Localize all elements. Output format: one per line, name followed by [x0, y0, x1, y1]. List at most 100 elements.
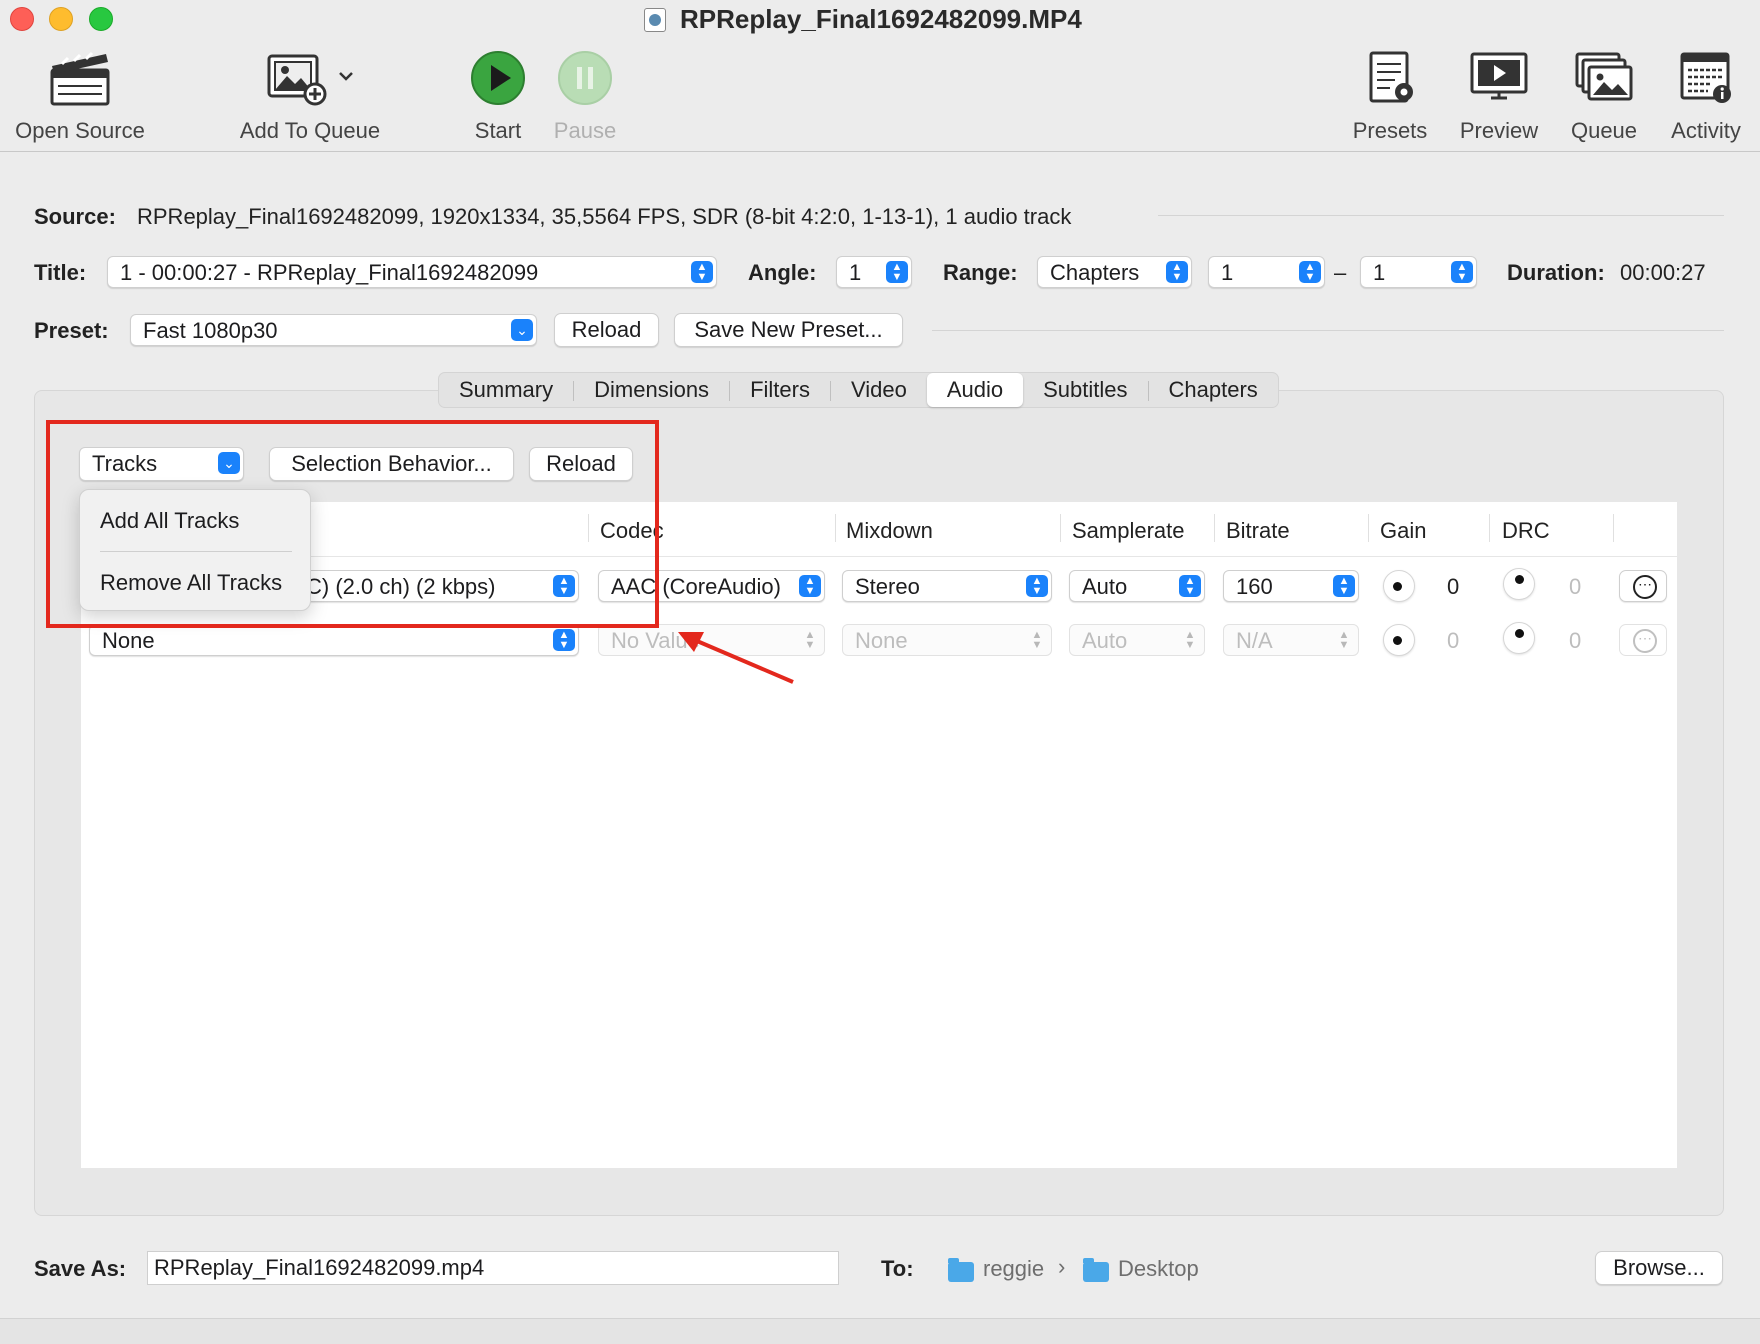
preset-popup[interactable]: Fast 1080p30 ⌄ [130, 314, 537, 346]
save-as-field[interactable]: RPReplay_Final1692482099.mp4 [147, 1251, 839, 1285]
drc-knob[interactable] [1503, 568, 1535, 600]
updown-arrows-icon: ▲ ▼ [799, 575, 821, 597]
updown-arrows-icon: ▲ ▼ [804, 629, 816, 651]
range-start-value: 1 [1221, 260, 1234, 285]
save-new-preset-button[interactable]: Save New Preset... [674, 313, 903, 347]
samplerate-value: Auto [1082, 574, 1128, 599]
save-as-label: Save As: [34, 1256, 127, 1281]
path-folder[interactable]: Desktop [1118, 1256, 1199, 1282]
play-icon [471, 51, 525, 105]
duration-value: 00:00:27 [1620, 260, 1706, 285]
minimize-window-button[interactable] [49, 7, 73, 31]
queue-label: Queue [1570, 118, 1638, 143]
updown-arrows-icon: ▲ ▼ [691, 261, 713, 283]
preset-reload-button[interactable]: Reload [554, 313, 659, 347]
column-header-bitrate[interactable]: Bitrate [1226, 518, 1290, 544]
duration-label: Duration: [1507, 260, 1605, 285]
pause-label: Pause [553, 118, 617, 143]
samplerate-popup[interactable]: Auto ▲ ▼ [1069, 624, 1205, 656]
document-icon [644, 8, 666, 32]
activity-log-icon [1680, 52, 1731, 103]
annotation-highlight-box [46, 420, 659, 628]
tab-subtitles[interactable]: Subtitles [1023, 373, 1147, 407]
bitrate-popup[interactable]: 160 ▲ ▼ [1223, 570, 1359, 602]
tab-summary[interactable]: Summary [439, 373, 573, 407]
tab-video[interactable]: Video [831, 373, 927, 407]
tab-chapters[interactable]: Chapters [1149, 373, 1278, 407]
browse-button[interactable]: Browse... [1595, 1251, 1723, 1285]
mixdown-value: None [855, 628, 908, 653]
mixdown-value: Stereo [855, 574, 920, 599]
bitrate-value: 160 [1236, 574, 1273, 599]
updown-arrows-icon: ▲ ▼ [1031, 629, 1043, 651]
to-label: To: [881, 1256, 914, 1281]
annotation-arrow-icon [678, 632, 794, 684]
add-to-queue-label: Add To Queue [239, 118, 381, 143]
updown-arrows-icon: ▲ ▼ [1166, 261, 1188, 283]
source-label: Source: [34, 204, 116, 229]
updown-arrows-icon: ▲ ▼ [1179, 575, 1201, 597]
zoom-window-button[interactable] [89, 7, 113, 31]
title-value: 1 - 00:00:27 - RPReplay_Final1692482099 [120, 260, 539, 285]
samplerate-popup[interactable]: Auto ▲ ▼ [1069, 570, 1205, 602]
updown-arrows-icon: ▲ ▼ [886, 261, 908, 283]
open-source-label: Open Source [15, 118, 145, 143]
title-label: Title: [34, 260, 87, 285]
column-header-mixdown[interactable]: Mixdown [846, 518, 933, 544]
column-separator [1613, 514, 1614, 542]
range-end-value: 1 [1373, 260, 1386, 285]
column-separator [1368, 514, 1369, 542]
clapperboard-icon [50, 51, 110, 106]
tab-filters[interactable]: Filters [730, 373, 830, 407]
column-header-drc[interactable]: DRC [1502, 518, 1550, 544]
updown-arrows-icon: ▲ ▼ [553, 629, 575, 651]
updown-arrows-icon: ▲ ▼ [1451, 261, 1473, 283]
preset-label: Preset: [34, 318, 109, 343]
drc-knob[interactable] [1503, 622, 1535, 654]
monitor-play-icon [1470, 52, 1528, 100]
status-bar [0, 1318, 1760, 1344]
presets-label: Presets [1352, 118, 1428, 143]
range-dash: – [1334, 260, 1347, 285]
updown-arrows-icon: ▲ ▼ [1338, 629, 1350, 651]
title-popup[interactable]: 1 - 00:00:27 - RPReplay_Final1692482099 … [107, 256, 717, 288]
gain-value: 0 [1447, 574, 1460, 599]
range-end-popup[interactable]: 1 ▲ ▼ [1360, 256, 1477, 288]
chevron-down-icon[interactable] [338, 70, 354, 82]
close-window-button[interactable] [10, 7, 34, 31]
column-separator [1214, 514, 1215, 542]
updown-arrows-icon: ▲ ▼ [1184, 629, 1196, 651]
save-as-value: RPReplay_Final1692482099.mp4 [154, 1255, 485, 1280]
bitrate-popup[interactable]: N/A ▲ ▼ [1223, 624, 1359, 656]
angle-value: 1 [849, 260, 862, 285]
angle-label: Angle: [748, 260, 817, 285]
gain-knob[interactable] [1383, 624, 1415, 656]
tab-dimensions[interactable]: Dimensions [574, 373, 729, 407]
track-source-popup[interactable]: None ▲ ▼ [89, 624, 579, 656]
divider [932, 330, 1724, 331]
column-header-gain[interactable]: Gain [1380, 518, 1426, 544]
queue-icon [1575, 52, 1633, 101]
samplerate-value: Auto [1082, 628, 1128, 653]
path-user[interactable]: reggie [983, 1256, 1044, 1282]
start-label: Start [474, 118, 522, 143]
range-type-value: Chapters [1050, 260, 1140, 285]
toolbar: RPReplay_Final1692482099.MP4 Open Source… [0, 0, 1760, 152]
track-options-button[interactable] [1619, 624, 1667, 656]
column-header-samplerate[interactable]: Samplerate [1072, 518, 1185, 544]
track-source-value: None [102, 628, 155, 653]
desktop-folder-icon [1083, 1258, 1109, 1282]
range-type-popup[interactable]: Chapters ▲ ▼ [1037, 256, 1192, 288]
updown-arrows-icon: ▲ ▼ [1299, 261, 1321, 283]
range-start-popup[interactable]: 1 ▲ ▼ [1208, 256, 1325, 288]
gain-knob[interactable] [1383, 570, 1415, 602]
tab-audio[interactable]: Audio [926, 373, 1024, 407]
column-separator [1060, 514, 1061, 542]
chevron-down-icon: ⌄ [511, 319, 533, 341]
gain-value: 0 [1447, 628, 1460, 653]
preview-label: Preview [1459, 118, 1539, 143]
track-options-button[interactable] [1619, 570, 1667, 602]
mixdown-popup[interactable]: None ▲ ▼ [842, 624, 1052, 656]
mixdown-popup[interactable]: Stereo ▲ ▼ [842, 570, 1052, 602]
angle-popup[interactable]: 1 ▲ ▼ [836, 256, 912, 288]
